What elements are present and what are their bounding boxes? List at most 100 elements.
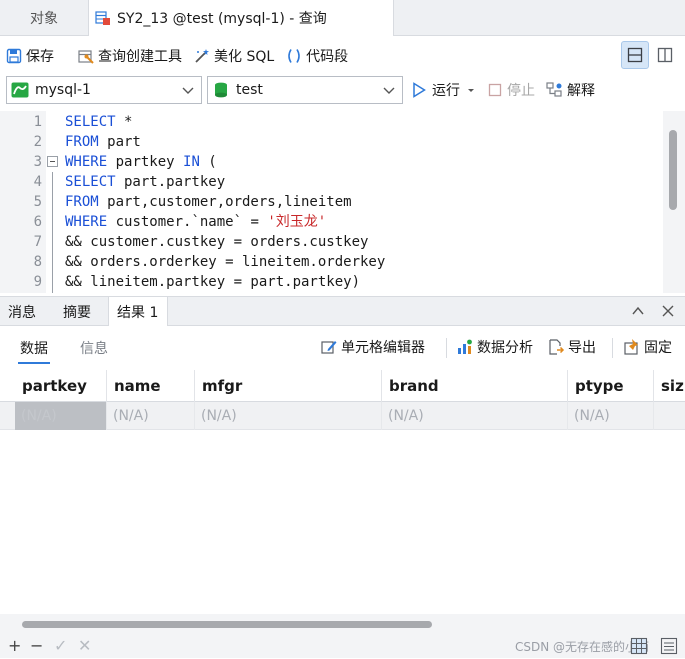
pin-button[interactable]: 固定 [623, 337, 672, 357]
code-line[interactable]: 1 SELECT * [0, 112, 663, 132]
tab-objects-label: 对象 [30, 11, 58, 27]
form-view-icon [660, 637, 678, 655]
sql-text: part.partkey [115, 174, 226, 190]
column-header-brand[interactable]: brand [382, 370, 568, 402]
code-line[interactable]: 7 && customer.custkey = orders.custkey [0, 232, 663, 252]
code-text: SELECT * [65, 112, 132, 132]
save-label: 保存 [26, 49, 54, 65]
code-line[interactable]: 6 WHERE customer.`name` = '刘玉龙' [0, 212, 663, 232]
apply-changes-button[interactable]: ✓ [54, 636, 67, 655]
connection-select-value: mysql-1 [35, 82, 91, 98]
tab-messages[interactable]: 消息 [0, 297, 44, 326]
mysql-connection-icon [11, 82, 29, 98]
sub-tab-info[interactable]: 信息 [80, 338, 108, 358]
editor-scroll-thumb[interactable] [669, 130, 677, 210]
data-analysis-label: 数据分析 [477, 340, 533, 356]
column-header-mfgr[interactable]: mfgr [195, 370, 382, 402]
add-record-button[interactable]: + [8, 636, 21, 655]
code-text: && orders.orderkey = lineitem.orderkey [65, 252, 385, 272]
tab-result-1[interactable]: 结果 1 [108, 297, 168, 326]
code-snippet-button[interactable]: 代码段 [280, 42, 354, 70]
table-cell[interactable]: (N/A) [382, 402, 568, 430]
column-header-siz[interactable]: siz [654, 370, 685, 402]
database-icon [215, 82, 227, 98]
line-number: 6 [33, 214, 42, 230]
table-row[interactable]: (N/A) (N/A) (N/A) (N/A) (N/A) [0, 402, 685, 430]
run-button[interactable]: 运行 [412, 76, 476, 104]
save-button[interactable]: 保存 [0, 42, 60, 70]
column-header-partkey[interactable]: partkey [15, 370, 107, 402]
play-icon [413, 82, 426, 98]
pin-label: 固定 [644, 340, 672, 356]
split-horizontal-button[interactable] [621, 41, 649, 69]
run-dropdown-icon[interactable] [466, 85, 476, 95]
table-cell[interactable]: (N/A) [195, 402, 382, 430]
column-header-ptype[interactable]: ptype [568, 370, 654, 402]
split-vertical-button[interactable] [651, 41, 679, 69]
sql-text: && orders.orderkey = lineitem.orderkey [65, 254, 386, 270]
tab-result-1-label: 结果 1 [117, 304, 159, 321]
close-panel-button[interactable] [660, 303, 676, 319]
sql-text: part,customer,orders,lineitem [98, 194, 352, 210]
code-line[interactable]: 3 WHERE partkey IN ( [0, 152, 663, 172]
delete-record-button[interactable]: − [30, 636, 43, 655]
grid-header-row: partkey name mfgr brand ptype siz [0, 370, 685, 402]
code-line[interactable]: 9 && lineitem.partkey = part.partkey) [0, 272, 663, 292]
explain-icon [546, 82, 562, 97]
database-select[interactable]: test [207, 76, 403, 104]
data-analysis-button[interactable]: 数据分析 [456, 337, 533, 357]
code-text: WHERE partkey IN ( [65, 152, 217, 172]
tab-objects[interactable]: 对象 [0, 0, 88, 36]
sql-text: && customer.custkey = orders.custkey [65, 234, 369, 250]
line-number: 7 [33, 234, 42, 250]
column-header-name[interactable]: name [107, 370, 195, 402]
save-icon [6, 48, 22, 64]
grid-view-button[interactable] [630, 637, 648, 655]
code-line[interactable]: 2 FROM part [0, 132, 663, 152]
fold-toggle-icon[interactable] [47, 156, 58, 167]
connection-select[interactable]: mysql-1 [6, 76, 202, 104]
line-number: 1 [33, 114, 42, 130]
query-builder-label: 查询创建工具 [98, 49, 182, 65]
code-text: && customer.custkey = orders.custkey [65, 232, 368, 252]
beautify-sql-button[interactable]: 美化 SQL [188, 42, 280, 70]
code-text: SELECT part.partkey [65, 172, 225, 192]
sql-keyword: FROM [65, 194, 99, 210]
code-line[interactable]: 8 && orders.orderkey = lineitem.orderkey [0, 252, 663, 272]
explain-label: 解释 [567, 83, 595, 99]
code-line[interactable]: 4 SELECT part.partkey [0, 172, 663, 192]
table-cell[interactable]: (N/A) [568, 402, 654, 430]
query-toolbar: 保存 查询创建工具 美化 SQL 代码段 [0, 36, 685, 76]
sql-text: && lineitem.partkey = part.partkey) [65, 274, 361, 290]
explain-button[interactable]: 解释 [546, 76, 595, 104]
sql-editor[interactable]: 1 SELECT * 2 FROM part 3 WHERE partkey IN (4 S… [0, 111, 663, 293]
close-icon [662, 305, 674, 317]
split-horizontal-icon [627, 47, 643, 63]
result-sub-toolbar: 数据 信息 单元格编辑器 数据分析 导出 固定 [0, 326, 685, 370]
code-line[interactable]: 5 FROM part,customer,orders,lineitem [0, 192, 663, 212]
cell-editor-label: 单元格编辑器 [341, 340, 425, 356]
table-cell[interactable]: (N/A) [15, 402, 107, 430]
export-button[interactable]: 导出 [547, 337, 596, 357]
parentheses-icon [286, 48, 302, 64]
grid-scroll-thumb[interactable] [22, 621, 432, 628]
magic-wand-icon [194, 48, 210, 64]
split-vertical-icon [657, 47, 673, 63]
discard-changes-button[interactable]: ✕ [78, 636, 91, 655]
collapse-panel-button[interactable] [630, 303, 646, 319]
tab-summary[interactable]: 摘要 [55, 297, 99, 326]
tab-query[interactable]: SY2_13 @test (mysql-1) - 查询 [88, 0, 394, 36]
cell-editor-button[interactable]: 单元格编辑器 [320, 337, 425, 357]
table-cell[interactable]: (N/A) [107, 402, 195, 430]
table-cell[interactable] [654, 402, 685, 430]
sql-text: partkey [107, 154, 184, 170]
database-select-value: test [236, 82, 263, 98]
stop-icon [488, 83, 502, 97]
sub-tab-data[interactable]: 数据 [18, 338, 50, 364]
stop-button[interactable]: 停止 [488, 76, 535, 104]
sql-keyword: FROM [65, 134, 99, 150]
form-view-button[interactable] [660, 637, 678, 655]
result-grid: partkey name mfgr brand ptype siz (N/A) (N/A)(… [0, 370, 685, 614]
result-tab-bar: 消息 摘要 结果 1 [0, 296, 685, 326]
query-builder-button[interactable]: 查询创建工具 [72, 42, 188, 70]
